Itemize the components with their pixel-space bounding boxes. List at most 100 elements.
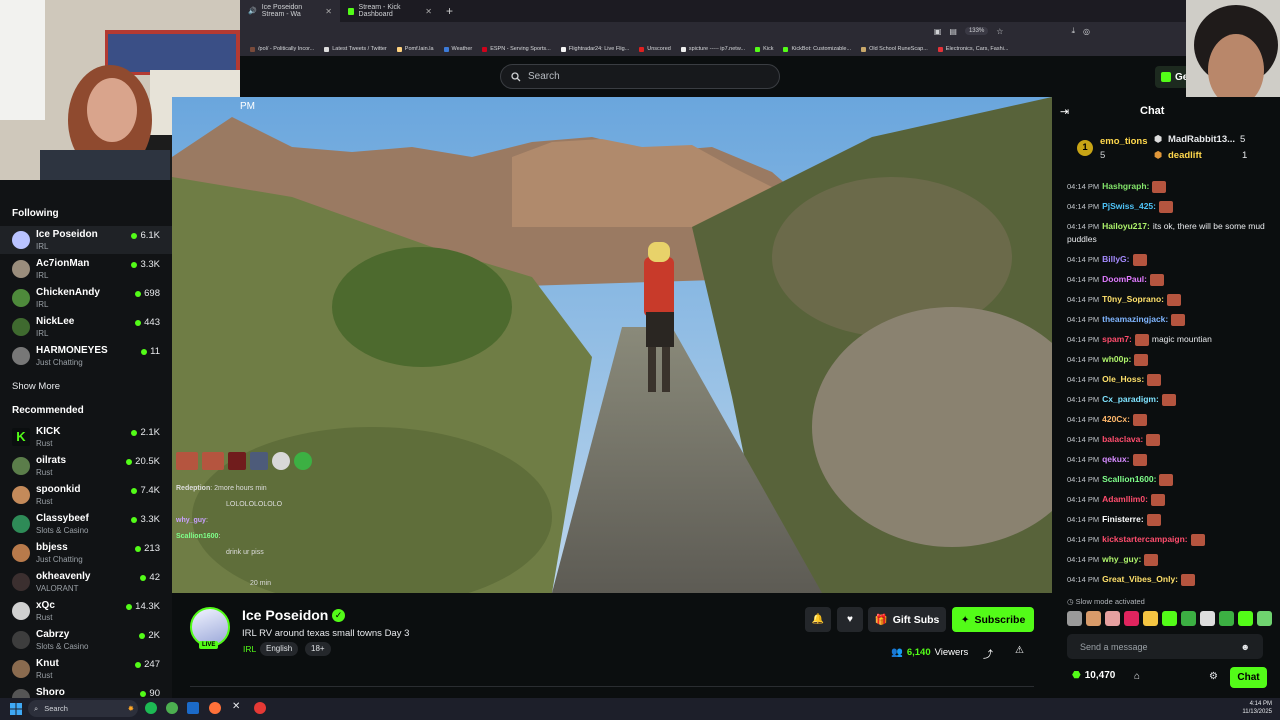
chat-message-input[interactable]: Send a message ☻ <box>1067 634 1263 659</box>
bookmark-item[interactable]: Weather <box>443 46 472 52</box>
spotify-icon[interactable] <box>145 702 157 714</box>
account-icon[interactable]: ◎ <box>1083 27 1090 36</box>
download-icon[interactable]: ⤓ <box>1071 26 1075 36</box>
sidebar-channel-chickenandy[interactable]: ChickenAndy IRL 698 <box>0 284 172 312</box>
chat-username[interactable]: PjSwiss_425: <box>1102 201 1156 211</box>
collapse-chat-icon[interactable]: ⇥ <box>1060 105 1069 118</box>
chat-username[interactable]: balaclava: <box>1102 434 1143 444</box>
firefox-icon[interactable] <box>209 702 221 714</box>
sidebar-channel-bbjess[interactable]: bbjess Just Chatting 213 <box>0 539 172 567</box>
close-icon[interactable]: ✕ <box>325 7 332 16</box>
show-more-link[interactable]: Show More <box>12 381 60 392</box>
gift-subs-button[interactable]: 🎁 Gift Subs <box>868 607 946 632</box>
emote-icon[interactable] <box>1067 611 1082 626</box>
bookmark-item[interactable]: Kick <box>755 46 773 52</box>
bookmark-item[interactable]: ESPN - Serving Sports... <box>482 46 551 52</box>
chat-username[interactable]: Ole_Hoss: <box>1102 374 1144 384</box>
chat-username[interactable]: why_guy: <box>1102 554 1141 564</box>
taskbar-search[interactable]: ⌕ Search ✸ <box>28 700 138 717</box>
bookmark-item[interactable]: Unscored <box>639 46 671 52</box>
chat-username[interactable]: Hailoyu217: <box>1102 221 1150 231</box>
obs-icon[interactable] <box>254 702 266 714</box>
sidebar-channel-okheavenly[interactable]: okheavenly VALORANT 42 <box>0 568 172 596</box>
bookmark-item[interactable]: KickBot: Customizable... <box>783 46 851 52</box>
chat-username[interactable]: BillyG: <box>1102 254 1129 264</box>
emote-icon[interactable] <box>1105 611 1120 626</box>
new-tab-icon[interactable]: + <box>446 4 453 18</box>
bookmark-star-icon[interactable]: ☆ <box>996 27 1003 36</box>
search-input[interactable]: Search <box>500 64 780 89</box>
chat-username[interactable]: spam7: <box>1102 334 1132 344</box>
emote-icon[interactable] <box>1219 611 1234 626</box>
emote-icon[interactable] <box>1086 611 1101 626</box>
settings-gear-icon[interactable]: ⚙ <box>1209 671 1218 682</box>
emoji-picker-icon[interactable]: ☻ <box>1241 642 1250 652</box>
sidebar-channel-kick[interactable]: K KICK Rust 2.1K <box>0 423 172 451</box>
chat-username[interactable]: qekux: <box>1102 454 1129 464</box>
emote-icon[interactable] <box>1200 611 1215 626</box>
bookmark-item[interactable]: Old School RuneScap... <box>861 46 928 52</box>
emote-icon[interactable] <box>1162 611 1177 626</box>
x-app-icon[interactable]: ✕ <box>232 701 240 712</box>
follow-heart-button[interactable]: ♥ <box>837 607 863 632</box>
chat-username[interactable]: kickstartercampaign: <box>1102 534 1188 544</box>
sidebar-channel-ac7ionman[interactable]: Ac7ionMan IRL 3.3K <box>0 255 172 283</box>
sidebar-channel-cabrzy[interactable]: Cabrzy Slots & Casino 2K <box>0 626 172 654</box>
taskbar-clock[interactable]: 4:14 PM 11/13/2025 <box>1242 700 1272 716</box>
chat-username[interactable]: Finisterre: <box>1102 514 1144 524</box>
bookmark-item[interactable]: Flightradar24: Live Flig... <box>560 46 629 52</box>
sidebar-channel-knut[interactable]: Knut Rust 247 <box>0 655 172 683</box>
sidebar-channel-oilrats[interactable]: oilrats Rust 20.5K <box>0 452 172 480</box>
share-icon[interactable]: ⤴ <box>983 646 993 661</box>
bookmark-item[interactable]: /pol/ - Politically Incor... <box>250 46 314 52</box>
emote-icon[interactable] <box>1238 611 1253 626</box>
steam-icon[interactable] <box>187 702 199 714</box>
close-icon[interactable]: ✕ <box>425 7 432 16</box>
leaderboard-user[interactable]: MadRabbit13... <box>1168 134 1235 145</box>
channel-points[interactable]: ⬣ 10,470 <box>1072 670 1115 681</box>
chat-username[interactable]: wh00p: <box>1102 354 1131 364</box>
stream-category-link[interactable]: IRL <box>243 644 256 654</box>
subscribe-button[interactable]: ✦ Subscribe <box>952 607 1034 632</box>
windows-start-icon[interactable] <box>10 702 22 715</box>
store-icon[interactable]: ⌂ <box>1134 671 1140 682</box>
sidebar-channel-ice-poseidon[interactable]: Ice Poseidon IRL 6.1K <box>0 226 172 254</box>
notification-bell-button[interactable]: 🔔 <box>805 607 831 632</box>
zoom-level[interactable]: 133% <box>964 27 989 35</box>
chat-username[interactable]: Cx_paradigm: <box>1102 394 1159 404</box>
reader-icon[interactable]: ▤ <box>949 27 957 36</box>
emote-icon[interactable] <box>1143 611 1158 626</box>
chrome-icon[interactable] <box>166 702 178 714</box>
chat-username[interactable]: 420Cx: <box>1102 414 1130 424</box>
bookmark-item[interactable]: spicture ----- ip7.netw... <box>680 46 745 52</box>
chat-username[interactable]: Great_Vibes_Only: <box>1102 574 1178 584</box>
video-player[interactable] <box>172 97 1052 593</box>
browser-tab-kick-dashboard[interactable]: Stream - Kick Dashboard ✕ <box>340 0 440 22</box>
chat-username[interactable]: Hashgraph: <box>1102 181 1149 191</box>
streamer-name[interactable]: Ice Poseidon <box>242 607 328 623</box>
sidebar-channel-nicklee[interactable]: NickLee IRL 443 <box>0 313 172 341</box>
bookmark-item[interactable]: Latest Tweets / Twitter <box>324 46 387 52</box>
browser-url-bar[interactable]: ▣ ▤ 133% ☆ ⤓ ◎ <box>240 22 1280 42</box>
report-icon[interactable]: ⚠ <box>1015 645 1024 656</box>
sidebar-channel-harmoneyes[interactable]: HARMONEYES Just Chatting 11 <box>0 342 172 370</box>
bookmark-item[interactable]: Pomf.lain.la <box>396 46 434 52</box>
leaderboard-user[interactable]: emo_tions <box>1100 136 1148 147</box>
emote-icon[interactable] <box>1257 611 1272 626</box>
sidebar-channel-xqc[interactable]: xQc Rust 14.3K <box>0 597 172 625</box>
chat-username[interactable]: Adamllim0: <box>1102 494 1148 504</box>
chat-username[interactable]: T0ny_Soprano: <box>1102 294 1164 304</box>
sidebar-channel-classybeef[interactable]: Classybeef Slots & Casino 3.3K <box>0 510 172 538</box>
chat-username[interactable]: theamazingjack: <box>1102 314 1168 324</box>
sidebar-channel-spoonkid[interactable]: spoonkid Rust 7.4K <box>0 481 172 509</box>
chat-username[interactable]: DoomPaul: <box>1102 274 1147 284</box>
emote-icon[interactable] <box>1181 611 1196 626</box>
send-chat-button[interactable]: Chat <box>1230 667 1267 688</box>
tag-18plus[interactable]: 18+ <box>305 642 331 656</box>
leaderboard-user[interactable]: deadlift <box>1168 150 1202 161</box>
bookmark-item[interactable]: Electronics, Cars, Fashi... <box>937 46 1008 52</box>
browser-tab-ice-poseidon[interactable]: 🔊 Ice Poseidon Stream - Wa ✕ <box>240 0 340 22</box>
chat-username[interactable]: Scallion1600: <box>1102 474 1156 484</box>
screenshot-icon[interactable]: ▣ <box>934 27 942 36</box>
emote-icon[interactable] <box>1124 611 1139 626</box>
